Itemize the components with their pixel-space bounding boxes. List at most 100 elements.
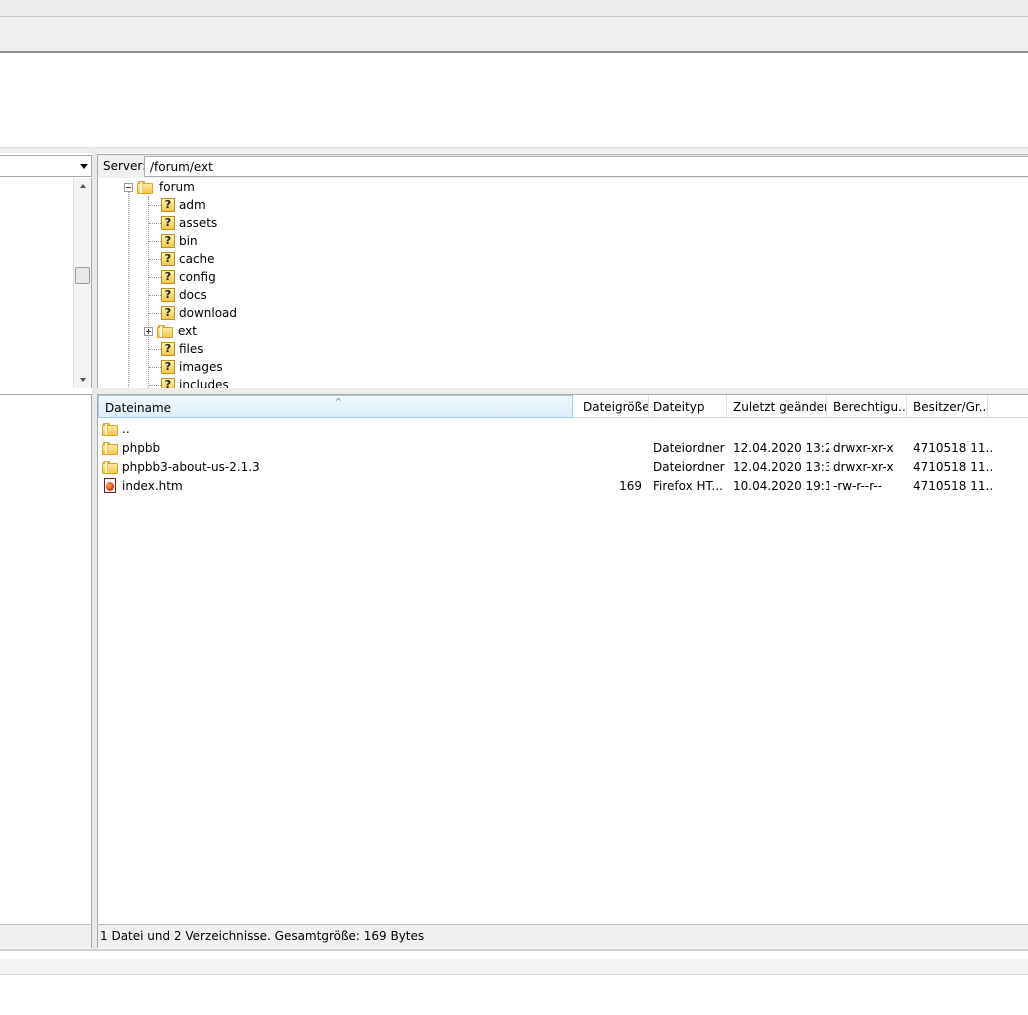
table-row[interactable]: phpbb3-about-us-2.1.3 Dateiordner 12.04.… (98, 457, 1028, 476)
quickconnect-bar (0, 17, 1028, 53)
cell-name: phpbb (102, 438, 572, 457)
folder-icon (157, 324, 173, 338)
file-modified: 12.04.2020 13:3... (733, 460, 829, 474)
title-strip (0, 0, 1028, 17)
file-size (574, 457, 642, 476)
file-permissions: drwxr-xr-x (833, 441, 894, 455)
chevron-down-icon[interactable] (80, 164, 88, 169)
file-type: Firefox HT... (653, 479, 723, 493)
column-label: Dateigröße (583, 400, 649, 414)
file-name: phpbb (122, 440, 161, 455)
question-folder-icon: ? (161, 360, 175, 374)
server-tree[interactable]: forum ? adm ? assets ? bin ? cache ? con… (97, 178, 1028, 388)
tree-node-label: download (179, 306, 238, 320)
tree-node-label: cache (179, 252, 215, 266)
queue-tab-strip (0, 959, 1028, 975)
column-label: Dateityp (653, 400, 705, 414)
tree-node-bin[interactable]: ? bin (149, 232, 198, 250)
local-status-bar (0, 924, 92, 948)
server-label: Server: (103, 159, 147, 173)
question-folder-icon: ? (161, 198, 175, 212)
tree-node-includes[interactable]: ? includes (149, 376, 229, 388)
question-folder-icon: ? (161, 378, 175, 388)
server-path-input[interactable] (144, 156, 1028, 177)
cell-name: index.htm (102, 476, 572, 495)
tree-node-label: docs (179, 288, 207, 302)
question-folder-icon: ? (161, 306, 175, 320)
tree-node-files[interactable]: ? files (149, 340, 204, 358)
file-name: .. (122, 421, 130, 436)
local-path-combo[interactable] (0, 155, 92, 177)
scroll-down-icon[interactable] (80, 378, 86, 382)
tree-node-label: includes (179, 378, 229, 388)
expand-icon[interactable] (144, 326, 153, 336)
question-folder-icon: ? (161, 270, 175, 284)
tree-node-images[interactable]: ? images (149, 358, 223, 376)
column-header-type[interactable]: Dateityp (647, 395, 727, 418)
column-label: Dateiname (105, 401, 172, 415)
tree-node-cache[interactable]: ? cache (149, 250, 215, 268)
question-folder-icon: ? (161, 216, 175, 230)
folder-icon (102, 441, 118, 455)
question-folder-icon: ? (161, 234, 175, 248)
folder-icon (102, 460, 118, 474)
tree-node-label: assets (179, 216, 218, 230)
server-file-list[interactable]: Dateiname ^ Dateigröße Dateityp Zuletzt … (97, 394, 1028, 924)
table-row[interactable]: phpbb Dateiordner 12.04.2020 13:2... drw… (98, 438, 1028, 457)
splitter[interactable] (0, 147, 1028, 153)
tree-node-download[interactable]: ? download (149, 304, 237, 322)
tree-node-label: images (179, 360, 223, 374)
collapse-icon[interactable] (124, 182, 133, 192)
local-tree-scrollbar[interactable] (73, 178, 91, 388)
column-label: Besitzer/Gr... (913, 400, 988, 414)
file-size: 169 (619, 479, 642, 493)
table-row[interactable]: index.htm 169 Firefox HT... 10.04.2020 1… (98, 476, 1028, 495)
tree-node-label: config (179, 270, 216, 284)
tree-node-adm[interactable]: ? adm (149, 196, 206, 214)
file-type: Dateiordner (653, 460, 725, 474)
tree-node-label: bin (179, 234, 198, 248)
tree-node-label: forum (159, 180, 195, 194)
folder-icon (102, 422, 118, 436)
column-header-filename[interactable]: Dateiname ^ (98, 395, 573, 418)
message-log (0, 54, 1028, 147)
tree-node-label: files (179, 342, 204, 356)
tree-connector (128, 191, 129, 388)
tree-node-ext[interactable]: ext (144, 322, 197, 340)
transfer-queue[interactable] (0, 977, 1028, 1015)
tree-node-label: adm (179, 198, 206, 212)
list-header: Dateiname ^ Dateigröße Dateityp Zuletzt … (98, 395, 1028, 418)
local-file-list[interactable] (0, 394, 92, 924)
scroll-thumb[interactable] (75, 267, 90, 284)
cell-name: .. (102, 419, 572, 438)
file-type: Dateiordner (653, 441, 725, 455)
file-owner: 4710518 11... (913, 441, 993, 455)
column-header-owner[interactable]: Besitzer/Gr... (907, 395, 988, 418)
queue-splitter[interactable] (0, 949, 1028, 977)
html-file-icon (104, 478, 116, 493)
tree-node-docs[interactable]: ? docs (149, 286, 207, 304)
tree-node-config[interactable]: ? config (149, 268, 216, 286)
server-path-bar: Server: (97, 154, 1028, 178)
file-modified: 12.04.2020 13:2... (733, 441, 829, 455)
question-folder-icon: ? (161, 342, 175, 356)
file-owner: 4710518 11... (913, 479, 993, 493)
file-permissions: -rw-r--r-- (833, 479, 883, 493)
table-row[interactable]: .. (98, 419, 1028, 438)
column-label: Zuletzt geändert (733, 400, 827, 414)
server-status-bar: 1 Datei und 2 Verzeichnisse. Gesamtgröße… (97, 924, 1028, 948)
scroll-up-icon[interactable] (80, 184, 86, 188)
tree-node-assets[interactable]: ? assets (149, 214, 217, 232)
column-label: Berechtigu... (833, 400, 907, 414)
file-size (574, 438, 642, 457)
column-header-permissions[interactable]: Berechtigu... (827, 395, 907, 418)
file-modified: 10.04.2020 19:1... (733, 479, 829, 493)
sort-ascending-icon: ^ (335, 397, 342, 406)
cell-name: phpbb3-about-us-2.1.3 (102, 457, 572, 476)
question-folder-icon: ? (161, 288, 175, 302)
tree-node-forum[interactable]: forum (124, 178, 195, 196)
column-header-modified[interactable]: Zuletzt geändert (727, 395, 827, 418)
file-name: index.htm (122, 478, 183, 493)
column-header-size[interactable]: Dateigröße (577, 395, 649, 418)
file-name: phpbb3-about-us-2.1.3 (122, 459, 260, 474)
